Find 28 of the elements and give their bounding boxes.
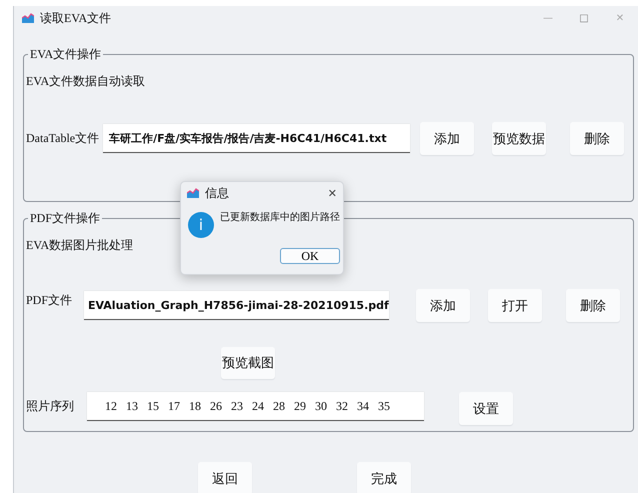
dialog-title: 信息	[205, 184, 229, 202]
group-legend: PDF文件操作	[28, 210, 102, 227]
sequence-field[interactable]: 12 13 15 17 18 26 23 24 28 29 30 32 34 35	[87, 392, 424, 421]
action-button[interactable]: 添加	[420, 122, 474, 155]
window-title: 读取EVA文件	[40, 10, 112, 26]
action-button[interactable]: 删除	[566, 289, 620, 322]
field-label: DataTable文件	[26, 130, 100, 147]
file-path-field[interactable]: EVAluation_Graph_H7856-jimai-28-20210915.pdf	[84, 291, 390, 320]
ok-button[interactable]: OK	[280, 248, 340, 264]
file-path-field[interactable]: 车研工作/F盘/实车报告/报告/吉麦-H6C41/H6C41.txt	[103, 124, 410, 153]
chart-icon	[22, 13, 34, 23]
field-label: 照片序列	[26, 398, 74, 415]
group-description: EVA文件数据自动读取	[26, 73, 146, 90]
info-icon: i	[188, 212, 214, 238]
footer-button[interactable]: 完成	[357, 462, 411, 493]
close-button[interactable]: ✕	[328, 186, 337, 200]
field-label: PDF文件	[26, 292, 72, 309]
preview-button[interactable]: 预览截图	[221, 347, 275, 379]
group-legend: EVA文件操作	[28, 46, 104, 63]
action-button[interactable]: 打开	[488, 289, 542, 322]
action-button[interactable]: 删除	[570, 122, 624, 155]
action-button[interactable]: 预览数据	[492, 122, 546, 155]
dialog-message: 已更新数据库中的图片路径	[220, 210, 340, 224]
action-button[interactable]: 添加	[416, 289, 470, 322]
settings-button[interactable]: 设置	[459, 392, 513, 425]
footer-button[interactable]: 返回	[198, 462, 252, 493]
chart-icon	[187, 188, 199, 198]
group-description: EVA数据图片批处理	[26, 237, 134, 254]
